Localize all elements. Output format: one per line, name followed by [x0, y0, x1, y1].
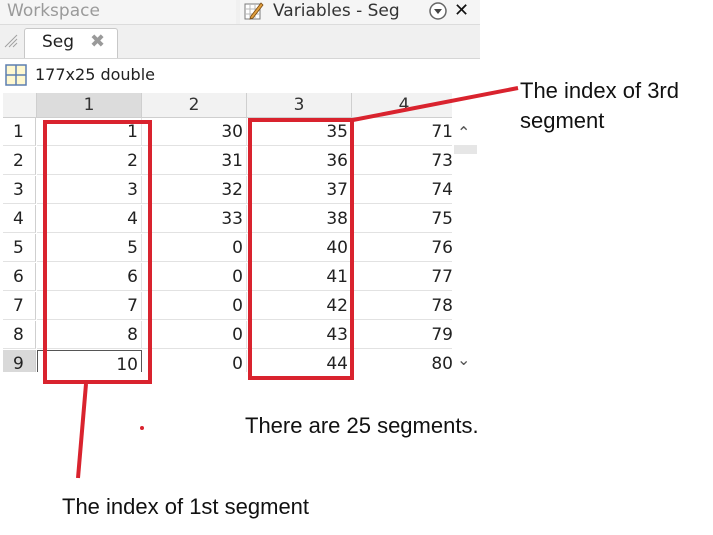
third-segment-pointer: [352, 86, 519, 122]
annotation-dot: [140, 426, 144, 430]
first-segment-pointer: [76, 383, 88, 479]
third-segment-label-line1: The index of 3rd: [520, 78, 679, 103]
segment-count-note: There are 25 segments.: [245, 413, 479, 438]
first-segment-label: The index of 1st segment: [62, 494, 310, 519]
third-segment-label-line2: segment: [520, 108, 605, 133]
